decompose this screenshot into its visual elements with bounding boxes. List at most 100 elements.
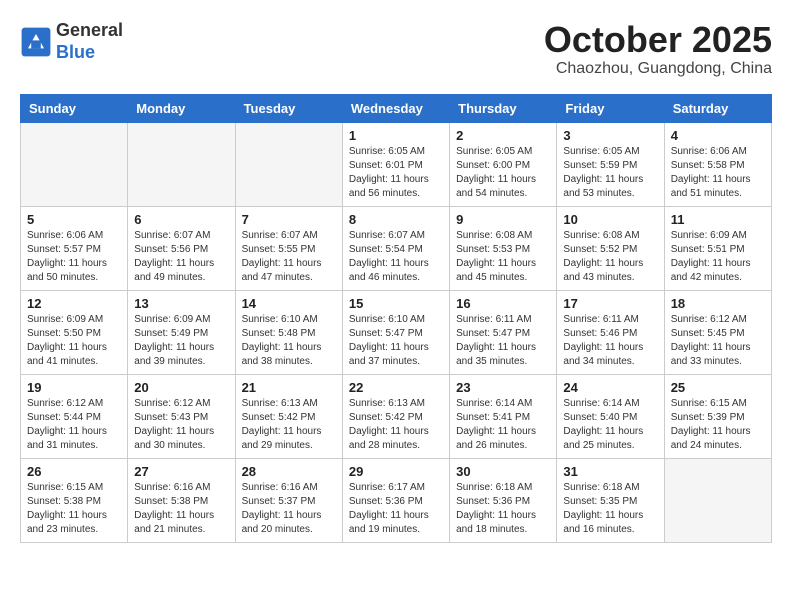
calendar-cell: 30Sunrise: 6:18 AM Sunset: 5:36 PM Dayli… <box>450 458 557 542</box>
day-info: Sunrise: 6:14 AM Sunset: 5:41 PM Dayligh… <box>456 397 550 453</box>
calendar-cell: 1Sunrise: 6:05 AM Sunset: 6:01 PM Daylig… <box>342 122 449 206</box>
weekday-header-row: SundayMondayTuesdayWednesdayThursdayFrid… <box>21 94 772 122</box>
day-info: Sunrise: 6:13 AM Sunset: 5:42 PM Dayligh… <box>242 397 336 453</box>
calendar-cell: 15 Sunrise: 6:10 AM Sunset: 5:47 PM Dayli… <box>342 290 449 374</box>
calendar-cell <box>21 122 128 206</box>
day-number: 22 <box>349 380 443 395</box>
day-number: 6 <box>134 212 228 227</box>
day-number: 14 <box>242 296 336 311</box>
weekday-header: Tuesday <box>235 94 342 122</box>
calendar-week-row: 5Sunrise: 6:06 AM Sunset: 5:57 PM Daylig… <box>21 206 772 290</box>
calendar-cell: 11Sunrise: 6:09 AM Sunset: 5:51 PM Dayli… <box>664 206 771 290</box>
day-info: Sunrise: 6:06 AM Sunset: 5:57 PM Dayligh… <box>27 229 121 285</box>
logo-blue: Blue <box>56 42 123 64</box>
day-number: 19 <box>27 380 121 395</box>
day-info: Sunrise: 6:12 AM Sunset: 5:44 PM Dayligh… <box>27 397 121 453</box>
calendar: SundayMondayTuesdayWednesdayThursdayFrid… <box>20 94 772 543</box>
day-info: Sunrise: 6:05 AM Sunset: 5:59 PM Dayligh… <box>563 145 657 201</box>
calendar-cell: 21 Sunrise: 6:13 AM Sunset: 5:42 PM Dayli… <box>235 374 342 458</box>
calendar-cell: 6 Sunrise: 6:07 AM Sunset: 5:56 PM Daylig… <box>128 206 235 290</box>
logo-text: General Blue <box>56 20 123 63</box>
weekday-header: Wednesday <box>342 94 449 122</box>
day-number: 10 <box>563 212 657 227</box>
calendar-cell <box>235 122 342 206</box>
calendar-cell: 29 Sunrise: 6:17 AM Sunset: 5:36 PM Dayli… <box>342 458 449 542</box>
calendar-cell: 5Sunrise: 6:06 AM Sunset: 5:57 PM Daylig… <box>21 206 128 290</box>
day-number: 23 <box>456 380 550 395</box>
day-number: 11 <box>671 212 765 227</box>
calendar-cell <box>128 122 235 206</box>
calendar-cell: 22 Sunrise: 6:13 AM Sunset: 5:42 PM Dayli… <box>342 374 449 458</box>
calendar-cell: 13 Sunrise: 6:09 AM Sunset: 5:49 PM Dayli… <box>128 290 235 374</box>
day-info: Sunrise: 6:11 AM Sunset: 5:46 PM Dayligh… <box>563 313 657 369</box>
day-info: Sunrise: 6:16 AM Sunset: 5:37 PM Dayligh… <box>242 481 336 537</box>
day-info: Sunrise: 6:17 AM Sunset: 5:36 PM Dayligh… <box>349 481 443 537</box>
weekday-header: Thursday <box>450 94 557 122</box>
calendar-cell: 27Sunrise: 6:16 AM Sunset: 5:38 PM Dayli… <box>128 458 235 542</box>
day-info: Sunrise: 6:12 AM Sunset: 5:43 PM Dayligh… <box>134 397 228 453</box>
calendar-cell: 18Sunrise: 6:12 AM Sunset: 5:45 PM Dayli… <box>664 290 771 374</box>
day-number: 8 <box>349 212 443 227</box>
logo: General Blue <box>20 20 123 63</box>
day-number: 2 <box>456 128 550 143</box>
logo-general: General <box>56 20 123 42</box>
calendar-cell: 4 Sunrise: 6:06 AM Sunset: 5:58 PM Daylig… <box>664 122 771 206</box>
calendar-cell: 3 Sunrise: 6:05 AM Sunset: 5:59 PM Daylig… <box>557 122 664 206</box>
day-number: 20 <box>134 380 228 395</box>
day-info: Sunrise: 6:06 AM Sunset: 5:58 PM Dayligh… <box>671 145 765 201</box>
calendar-week-row: 26Sunrise: 6:15 AM Sunset: 5:38 PM Dayli… <box>21 458 772 542</box>
day-info: Sunrise: 6:18 AM Sunset: 5:35 PM Dayligh… <box>563 481 657 537</box>
day-info: Sunrise: 6:08 AM Sunset: 5:52 PM Dayligh… <box>563 229 657 285</box>
day-number: 9 <box>456 212 550 227</box>
day-info: Sunrise: 6:07 AM Sunset: 5:56 PM Dayligh… <box>134 229 228 285</box>
calendar-cell: 25 Sunrise: 6:15 AM Sunset: 5:39 PM Dayli… <box>664 374 771 458</box>
day-number: 29 <box>349 464 443 479</box>
calendar-week-row: 1Sunrise: 6:05 AM Sunset: 6:01 PM Daylig… <box>21 122 772 206</box>
day-number: 21 <box>242 380 336 395</box>
day-number: 16 <box>456 296 550 311</box>
day-info: Sunrise: 6:14 AM Sunset: 5:40 PM Dayligh… <box>563 397 657 453</box>
location-title: Chaozhou, Guangdong, China <box>544 60 772 78</box>
day-number: 4 <box>671 128 765 143</box>
weekday-header: Friday <box>557 94 664 122</box>
page-header: General Blue October 2025 Chaozhou, Guan… <box>20 20 772 78</box>
calendar-cell: 8Sunrise: 6:07 AM Sunset: 5:54 PM Daylig… <box>342 206 449 290</box>
weekday-header: Monday <box>128 94 235 122</box>
calendar-cell: 19 Sunrise: 6:12 AM Sunset: 5:44 PM Dayli… <box>21 374 128 458</box>
calendar-cell: 10 Sunrise: 6:08 AM Sunset: 5:52 PM Dayli… <box>557 206 664 290</box>
calendar-cell: 14Sunrise: 6:10 AM Sunset: 5:48 PM Dayli… <box>235 290 342 374</box>
day-number: 3 <box>563 128 657 143</box>
day-info: Sunrise: 6:10 AM Sunset: 5:47 PM Dayligh… <box>349 313 443 369</box>
day-info: Sunrise: 6:15 AM Sunset: 5:39 PM Dayligh… <box>671 397 765 453</box>
calendar-cell: 26Sunrise: 6:15 AM Sunset: 5:38 PM Dayli… <box>21 458 128 542</box>
calendar-cell: 23 Sunrise: 6:14 AM Sunset: 5:41 PM Dayli… <box>450 374 557 458</box>
day-info: Sunrise: 6:05 AM Sunset: 6:00 PM Dayligh… <box>456 145 550 201</box>
calendar-cell <box>664 458 771 542</box>
day-number: 25 <box>671 380 765 395</box>
calendar-cell: 16Sunrise: 6:11 AM Sunset: 5:47 PM Dayli… <box>450 290 557 374</box>
day-info: Sunrise: 6:13 AM Sunset: 5:42 PM Dayligh… <box>349 397 443 453</box>
day-number: 24 <box>563 380 657 395</box>
day-number: 12 <box>27 296 121 311</box>
day-number: 18 <box>671 296 765 311</box>
calendar-cell: 2 Sunrise: 6:05 AM Sunset: 6:00 PM Daylig… <box>450 122 557 206</box>
calendar-cell: 7Sunrise: 6:07 AM Sunset: 5:55 PM Daylig… <box>235 206 342 290</box>
calendar-week-row: 12 Sunrise: 6:09 AM Sunset: 5:50 PM Dayli… <box>21 290 772 374</box>
day-info: Sunrise: 6:08 AM Sunset: 5:53 PM Dayligh… <box>456 229 550 285</box>
day-number: 28 <box>242 464 336 479</box>
day-info: Sunrise: 6:09 AM Sunset: 5:50 PM Dayligh… <box>27 313 121 369</box>
day-number: 27 <box>134 464 228 479</box>
day-number: 1 <box>349 128 443 143</box>
day-number: 13 <box>134 296 228 311</box>
day-number: 26 <box>27 464 121 479</box>
month-title: October 2025 <box>544 20 772 60</box>
calendar-cell: 12 Sunrise: 6:09 AM Sunset: 5:50 PM Dayli… <box>21 290 128 374</box>
calendar-week-row: 19 Sunrise: 6:12 AM Sunset: 5:44 PM Dayli… <box>21 374 772 458</box>
day-info: Sunrise: 6:07 AM Sunset: 5:55 PM Dayligh… <box>242 229 336 285</box>
day-info: Sunrise: 6:09 AM Sunset: 5:49 PM Dayligh… <box>134 313 228 369</box>
calendar-cell: 9 Sunrise: 6:08 AM Sunset: 5:53 PM Daylig… <box>450 206 557 290</box>
day-info: Sunrise: 6:18 AM Sunset: 5:36 PM Dayligh… <box>456 481 550 537</box>
day-number: 15 <box>349 296 443 311</box>
day-number: 31 <box>563 464 657 479</box>
weekday-header: Saturday <box>664 94 771 122</box>
